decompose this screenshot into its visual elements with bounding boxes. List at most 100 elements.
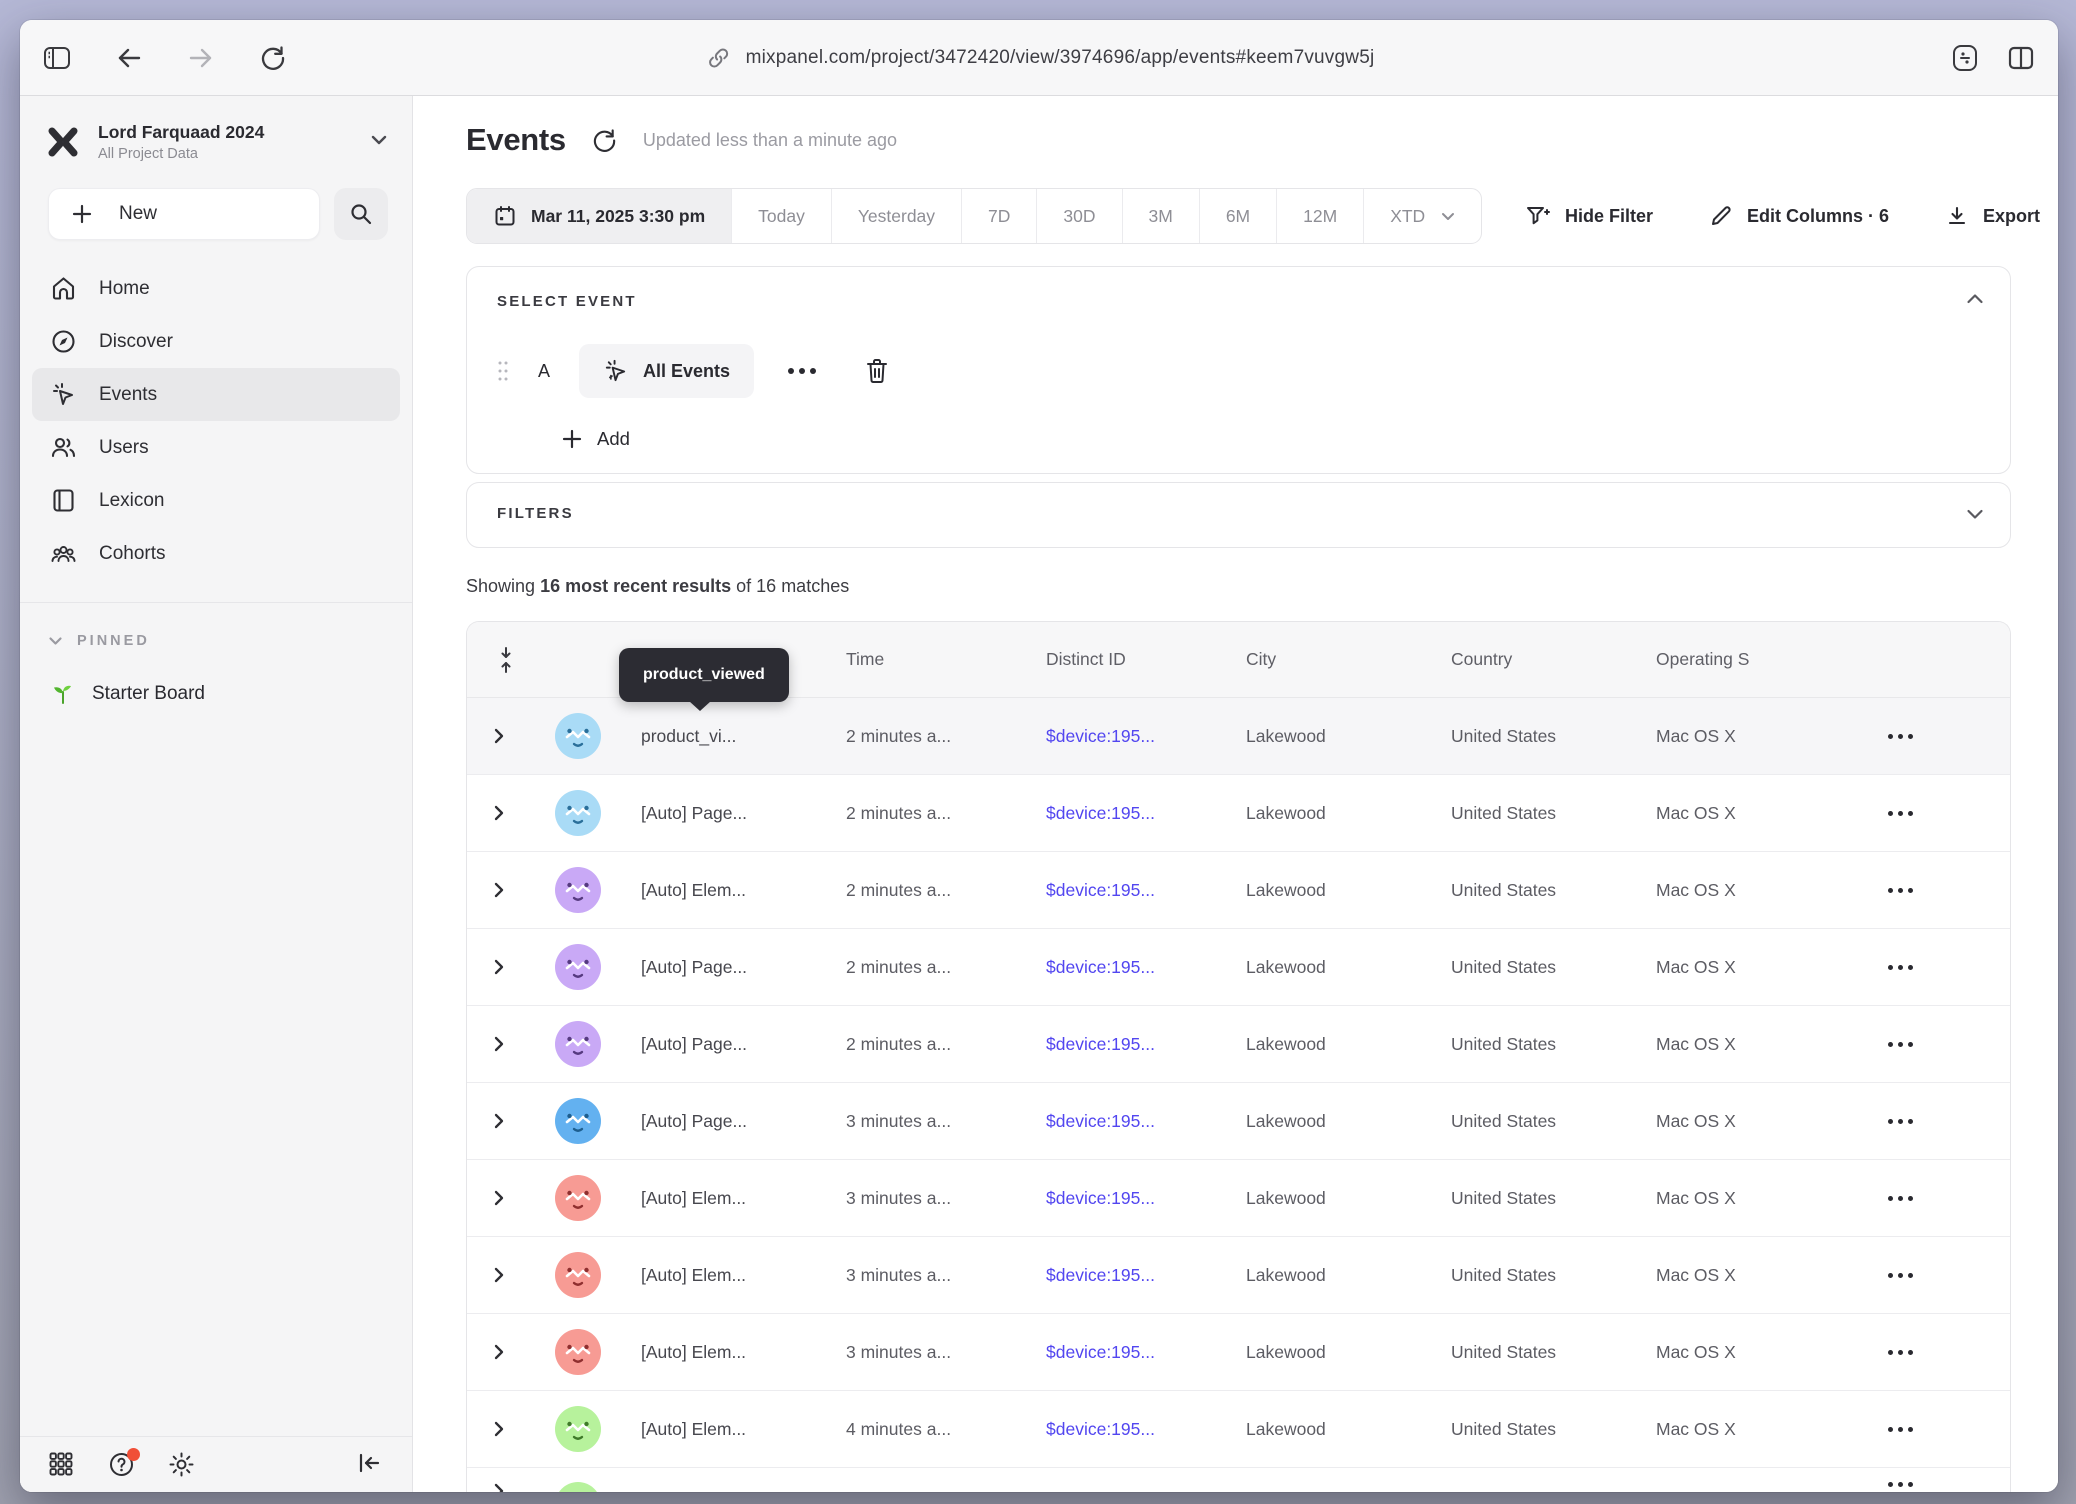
- project-switcher[interactable]: Lord Farquaad 2024 All Project Data: [20, 114, 412, 168]
- address-bar[interactable]: mixpanel.com/project/3472420/view/397469…: [704, 20, 1375, 95]
- sidebar-item-lexicon[interactable]: Lexicon: [32, 474, 400, 527]
- distinct-id-link[interactable]: $device:195...: [1030, 1265, 1230, 1286]
- distinct-id-link[interactable]: $device:195...: [1030, 803, 1230, 824]
- event-more-icon[interactable]: [780, 368, 824, 374]
- row-more-icon[interactable]: [1888, 1482, 1913, 1487]
- range-3m[interactable]: 3M: [1123, 189, 1200, 243]
- sidebar-item-home[interactable]: Home: [32, 262, 400, 315]
- row-more-icon[interactable]: [1888, 888, 1913, 893]
- column-header-time[interactable]: Time: [830, 649, 1030, 670]
- add-event-button[interactable]: Add: [561, 428, 630, 450]
- distinct-id-link[interactable]: $device:195...: [1030, 1034, 1230, 1055]
- column-header-city[interactable]: City: [1230, 649, 1435, 670]
- table-row[interactable]: [Auto] Page... 2 minutes a... $device:19…: [467, 1006, 2010, 1083]
- table-row[interactable]: [Auto] Elem... 3 minutes a... $device:19…: [467, 1237, 2010, 1314]
- sidebar-toggle-icon[interactable]: [42, 43, 72, 73]
- export-button[interactable]: Export: [1945, 204, 2040, 228]
- distinct-id-link[interactable]: $device:195...: [1030, 1111, 1230, 1132]
- expand-row-icon[interactable]: [493, 804, 505, 822]
- distinct-id-link[interactable]: $device:195...: [1030, 957, 1230, 978]
- expand-row-icon[interactable]: [493, 1482, 505, 1492]
- expand-row-icon[interactable]: [493, 1266, 505, 1284]
- drag-handle-icon[interactable]: [497, 360, 509, 382]
- refresh-icon[interactable]: [592, 128, 617, 153]
- row-more-icon[interactable]: [1888, 1042, 1913, 1047]
- search-button[interactable]: [334, 188, 388, 240]
- table-row[interactable]: [Auto] Elem... 3 minutes a... $device:19…: [467, 1160, 2010, 1237]
- sidebar-item-cohorts[interactable]: Cohorts: [32, 527, 400, 580]
- date-picker-button[interactable]: Mar 11, 2025 3:30 pm: [467, 189, 732, 243]
- table-row[interactable]: [Auto] Elem... 3 minutes a... $device:19…: [467, 1314, 2010, 1391]
- city-cell: Lakewood: [1230, 726, 1435, 747]
- expand-row-icon[interactable]: [493, 1343, 505, 1361]
- row-more-icon[interactable]: [1888, 734, 1913, 739]
- range-7d[interactable]: 7D: [962, 189, 1037, 243]
- page-settings-icon[interactable]: [1950, 43, 1980, 73]
- collapse-panel-icon[interactable]: [1966, 291, 1984, 309]
- row-more-icon[interactable]: [1888, 1273, 1913, 1278]
- sidebar-item-events[interactable]: Events: [32, 368, 400, 421]
- table-row[interactable]: [Auto] Page... 3 minutes a... $device:19…: [467, 1083, 2010, 1160]
- pinned-section-header[interactable]: PINNED: [20, 603, 412, 655]
- collapse-expand-all-icon[interactable]: [499, 646, 513, 674]
- new-button[interactable]: New: [48, 188, 320, 240]
- event-avatar-icon: [555, 1175, 601, 1221]
- collapse-sidebar-icon[interactable]: [356, 1451, 384, 1479]
- range-yesterday[interactable]: Yesterday: [832, 189, 962, 243]
- forward-icon[interactable]: [186, 43, 216, 73]
- distinct-id-link[interactable]: $device:195...: [1030, 1342, 1230, 1363]
- trash-icon[interactable]: [864, 357, 890, 385]
- distinct-id-link[interactable]: $device:195...: [1030, 1419, 1230, 1440]
- time-cell: 3 minutes a...: [830, 1188, 1030, 1209]
- table-row[interactable]: [Auto] Elem... 2 minutes a... $device:19…: [467, 852, 2010, 929]
- table-row[interactable]: [Auto] Page... 2 minutes a... $device:19…: [467, 775, 2010, 852]
- row-more-icon[interactable]: [1888, 1119, 1913, 1124]
- back-icon[interactable]: [114, 43, 144, 73]
- expand-row-icon[interactable]: [493, 958, 505, 976]
- range-30d[interactable]: 30D: [1037, 189, 1122, 243]
- distinct-id-link[interactable]: $device:195...: [1030, 726, 1230, 747]
- apps-grid-icon[interactable]: [48, 1451, 76, 1479]
- expand-panel-icon[interactable]: [1966, 507, 1984, 525]
- expand-row-icon[interactable]: [493, 881, 505, 899]
- row-more-icon[interactable]: [1888, 1350, 1913, 1355]
- edit-columns-button[interactable]: Edit Columns · 6: [1709, 204, 1889, 228]
- row-more-icon[interactable]: [1888, 965, 1913, 970]
- row-more-icon[interactable]: [1888, 1196, 1913, 1201]
- row-more-icon[interactable]: [1888, 1427, 1913, 1432]
- project-subtitle: All Project Data: [98, 146, 354, 162]
- range-6m[interactable]: 6M: [1200, 189, 1277, 243]
- event-avatar-icon: [555, 1021, 601, 1067]
- reload-icon[interactable]: [258, 43, 288, 73]
- table-row[interactable]: [Auto] Page... 2 minutes a... $device:19…: [467, 929, 2010, 1006]
- row-more-icon[interactable]: [1888, 811, 1913, 816]
- hide-filter-button[interactable]: Hide Filter: [1525, 204, 1653, 228]
- expand-row-icon[interactable]: [493, 1420, 505, 1438]
- column-header-distinct-id[interactable]: Distinct ID: [1030, 649, 1230, 670]
- sidebar-item-discover[interactable]: Discover: [32, 315, 400, 368]
- distinct-id-link[interactable]: $device:195...: [1030, 880, 1230, 901]
- expand-row-icon[interactable]: [493, 727, 505, 745]
- gear-icon[interactable]: [168, 1451, 196, 1479]
- cohorts-icon: [50, 540, 77, 567]
- range-12m[interactable]: 12M: [1277, 189, 1364, 243]
- event-name-cell: [Auto] Elem...: [625, 1265, 830, 1286]
- column-header-os[interactable]: Operating S: [1640, 649, 1790, 670]
- expand-row-icon[interactable]: [493, 1035, 505, 1053]
- expand-row-icon[interactable]: [493, 1112, 505, 1130]
- city-cell: Lakewood: [1230, 803, 1435, 824]
- sidebar-item-label: Events: [99, 384, 157, 406]
- time-cell: 3 minutes a...: [830, 1265, 1030, 1286]
- column-header-country[interactable]: Country: [1435, 649, 1640, 670]
- event-selector[interactable]: All Events: [579, 344, 754, 398]
- table-row[interactable]: [Auto] Elem... 4 minutes a... $device:19…: [467, 1391, 2010, 1468]
- split-view-icon[interactable]: [2006, 43, 2036, 73]
- expand-row-icon[interactable]: [493, 1189, 505, 1207]
- distinct-id-link[interactable]: $device:195...: [1030, 1188, 1230, 1209]
- range-today[interactable]: Today: [732, 189, 832, 243]
- sidebar-item-users[interactable]: Users: [32, 421, 400, 474]
- help-icon[interactable]: [108, 1451, 136, 1479]
- table-row[interactable]: [467, 1468, 2010, 1492]
- range-xtd[interactable]: XTD: [1364, 189, 1481, 243]
- sidebar-item-starter-board[interactable]: Starter Board: [20, 655, 412, 733]
